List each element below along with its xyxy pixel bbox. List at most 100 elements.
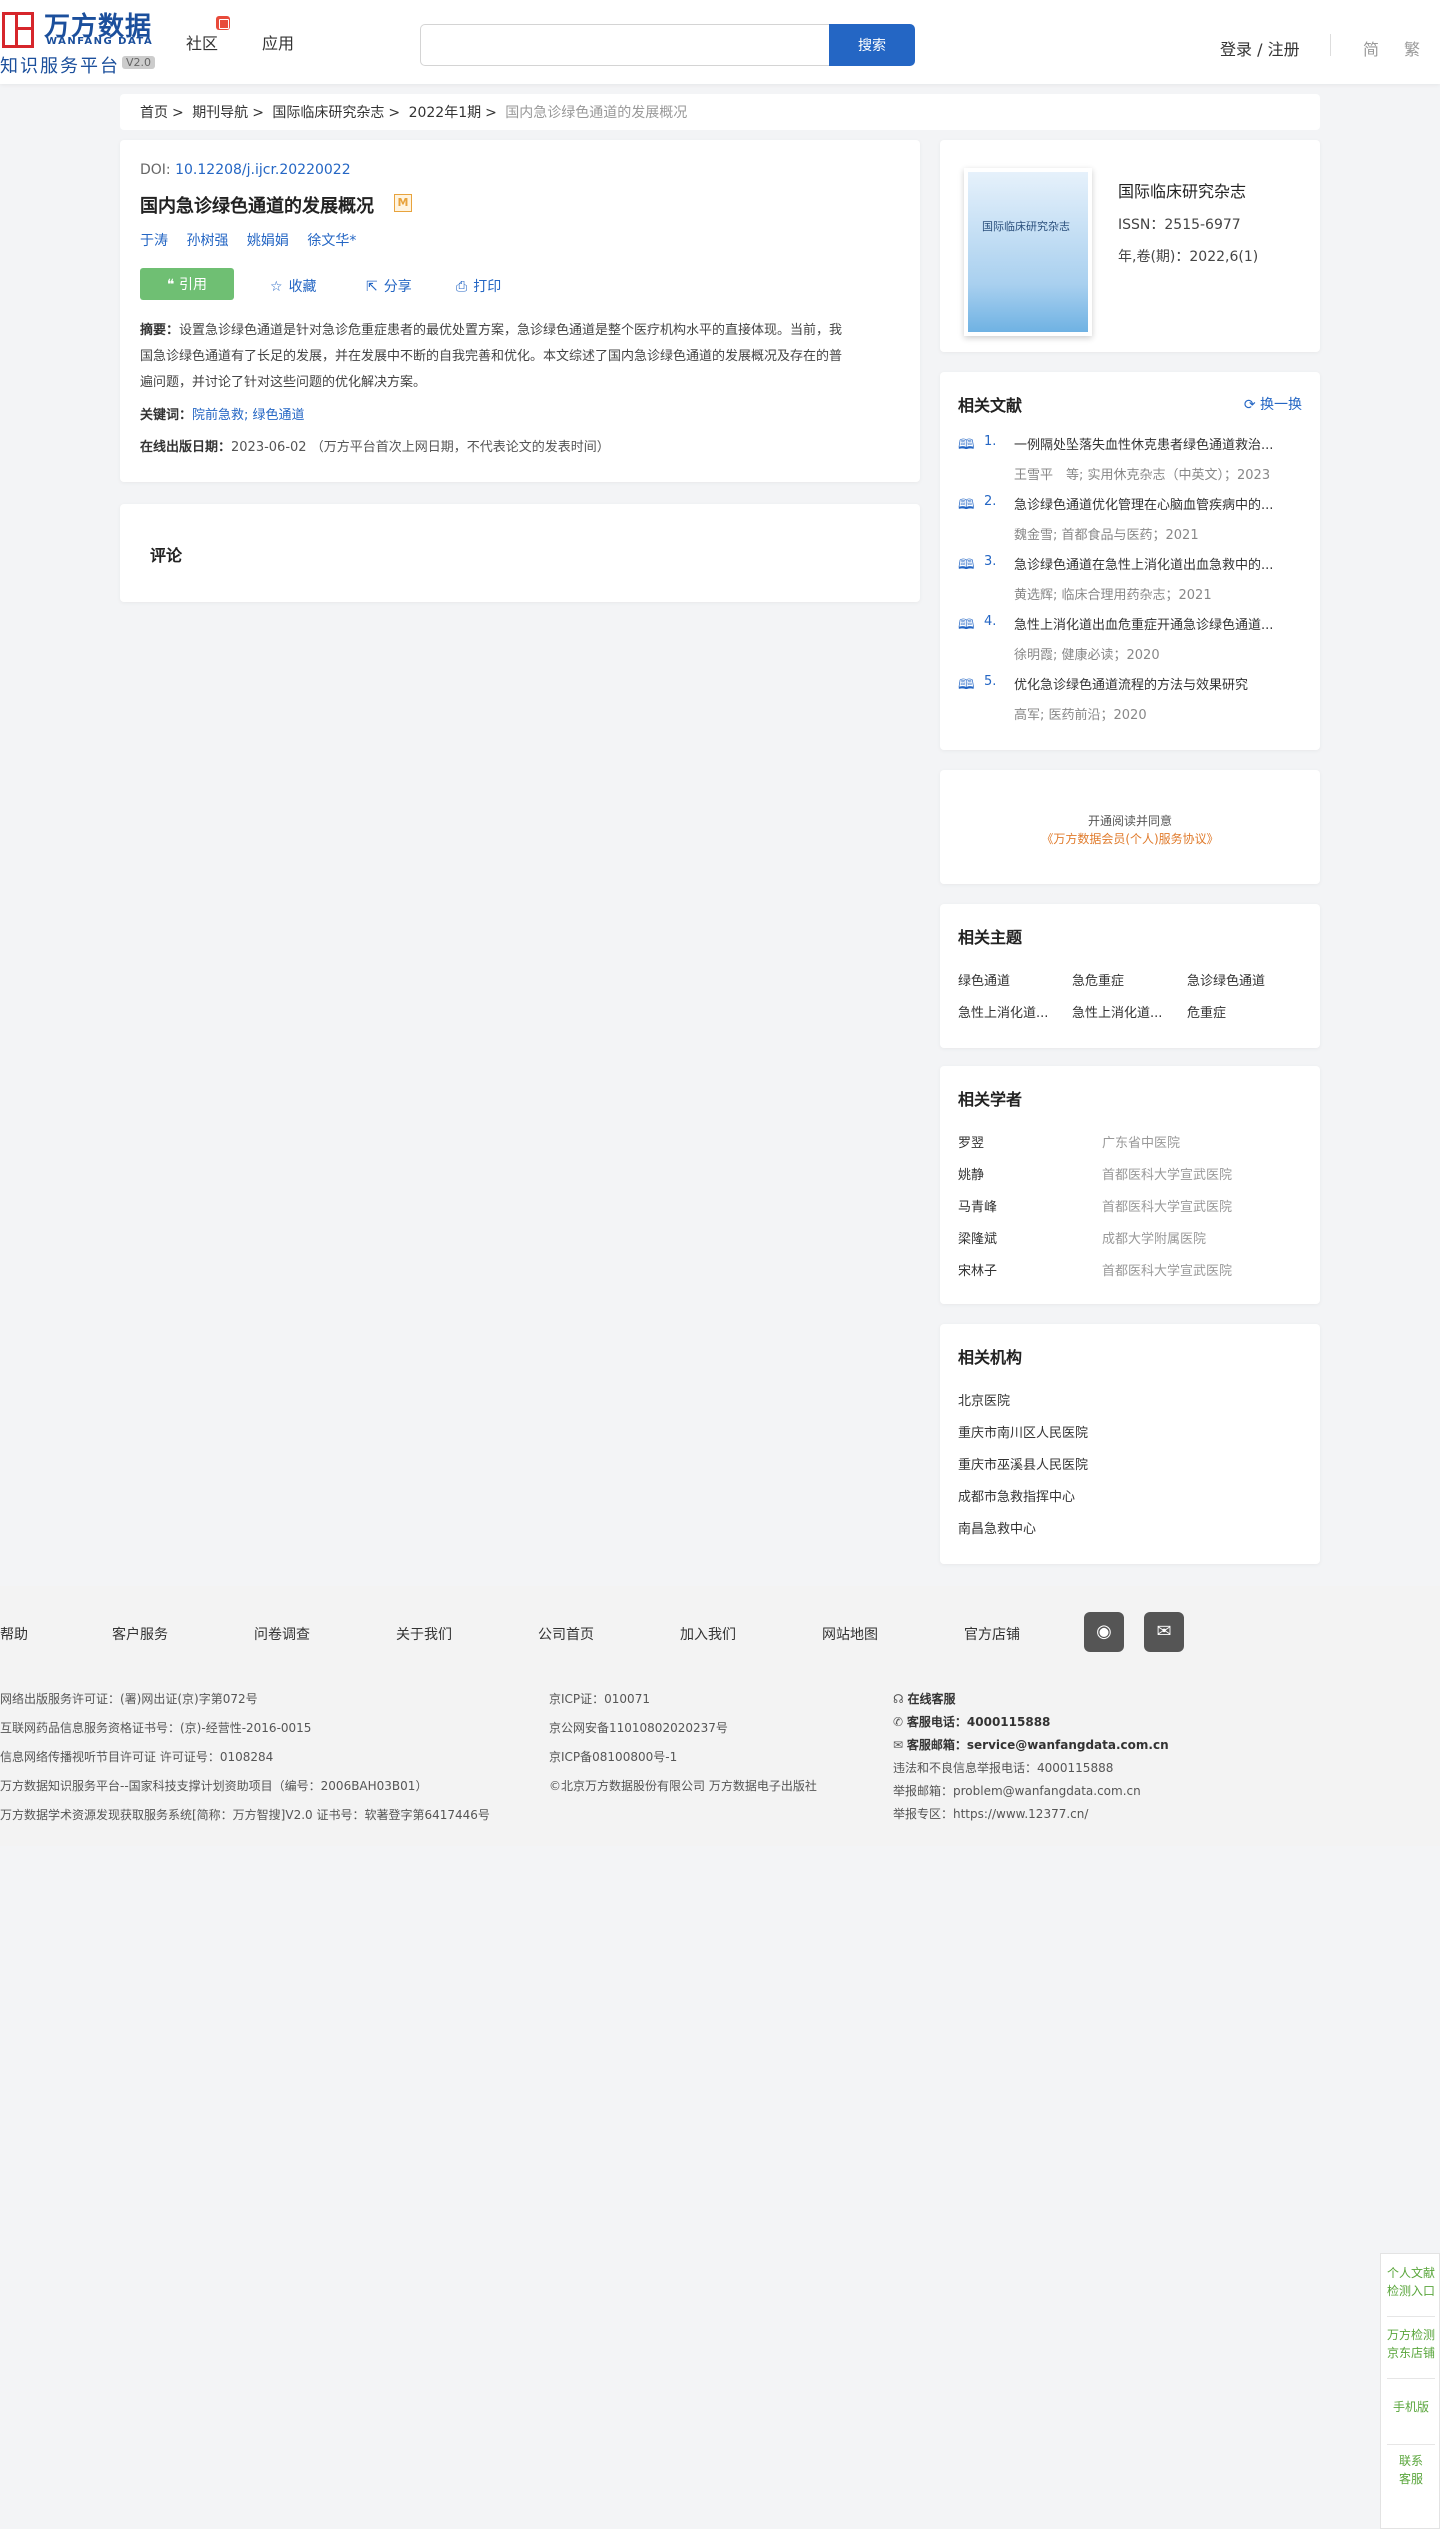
- float-contact-service[interactable]: 联系 客服: [1381, 2452, 1440, 2488]
- journal-name[interactable]: 国际临床研究杂志: [1118, 178, 1246, 202]
- related-doc-item[interactable]: 🕮 2. 急诊绿色通道优化管理在心脑血管疾病中的... 魏金雪; 首都食品与医药…: [958, 494, 1308, 544]
- book-icon: 🕮: [958, 497, 975, 513]
- scholar-org[interactable]: 首都医科大学宣武医院: [1102, 1196, 1232, 1215]
- footer-icp[interactable]: 京ICP备08100800号-1: [549, 1748, 677, 1765]
- breadcrumb-current: 国内急诊绿色通道的发展概况: [505, 105, 688, 121]
- scholar-org[interactable]: 广东省中医院: [1102, 1132, 1180, 1151]
- author-link[interactable]: 姚娟娟: [247, 233, 289, 249]
- footer-link-service[interactable]: 客户服务: [112, 1624, 168, 1644]
- institution-link[interactable]: 成都市急救指挥中心: [958, 1486, 1075, 1505]
- related-doc-num: 5.: [984, 674, 997, 689]
- pubdate-note: （万方平台首次上网日期，不代表论文的发表时间）: [310, 440, 610, 455]
- breadcrumb-issue[interactable]: 2022年1期: [409, 105, 482, 121]
- footer-link-survey[interactable]: 问卷调查: [254, 1624, 310, 1644]
- scholar-name[interactable]: 罗翌: [958, 1132, 984, 1151]
- float-mobile[interactable]: 手机版: [1381, 2398, 1440, 2416]
- scholar-name[interactable]: 梁隆斌: [958, 1228, 997, 1247]
- related-doc-title[interactable]: 一例隔处坠落失血性休克患者绿色通道救治...: [1014, 434, 1304, 453]
- footer-link-join[interactable]: 加入我们: [680, 1624, 736, 1644]
- login-register-link[interactable]: 登录 / 注册: [1220, 36, 1300, 60]
- related-doc-num: 1.: [984, 434, 997, 449]
- topic-tag[interactable]: 危重症: [1187, 1002, 1297, 1021]
- headset-icon: ☊: [893, 1692, 908, 1706]
- institution-link[interactable]: 重庆市南川区人民医院: [958, 1422, 1088, 1441]
- report-email[interactable]: 举报邮箱：problem@wanfangdata.com.cn: [893, 1782, 1141, 1799]
- search-input[interactable]: [420, 24, 830, 66]
- related-doc-num: 4.: [984, 614, 997, 629]
- breadcrumb-separator: >: [172, 105, 184, 121]
- journal-cover[interactable]: 国际临床研究杂志: [964, 168, 1092, 336]
- footer-link-about[interactable]: 关于我们: [396, 1624, 452, 1644]
- online-service[interactable]: ☊ 在线客服: [893, 1690, 956, 1707]
- refresh-button[interactable]: ⟳ 换一换: [1244, 394, 1302, 414]
- footer-link-store[interactable]: 官方店铺: [964, 1624, 1020, 1644]
- institution-link[interactable]: 南昌急救中心: [958, 1518, 1036, 1537]
- abstract: 摘要：设置急诊绿色通道是针对急诊危重症患者的最优处置方案，急诊绿色通道是整个医疗…: [140, 318, 900, 396]
- wechat-icon[interactable]: ✉: [1144, 1612, 1184, 1652]
- scholar-org[interactable]: 首都医科大学宣武医院: [1102, 1260, 1232, 1279]
- cite-button[interactable]: ❝ 引用: [140, 268, 234, 300]
- wanfang-logo[interactable]: 万方数据 WANFANG DATA 知识服务平台 V2.0: [0, 6, 160, 77]
- author-link[interactable]: 于涛: [140, 233, 168, 249]
- footer-icp: 京ICP证：010071: [549, 1692, 650, 1706]
- journal-card: 国际临床研究杂志 国际临床研究杂志 ISSN：2515-6977 年,卷(期)：…: [940, 140, 1320, 352]
- float-jd-store[interactable]: 万方检测 京东店铺: [1381, 2326, 1440, 2362]
- printer-icon: ⎙: [456, 279, 468, 295]
- report-site[interactable]: 举报专区：https://www.12377.cn/: [893, 1805, 1088, 1822]
- lang-simplified[interactable]: 简: [1363, 36, 1379, 60]
- favorite-button[interactable]: ☆ 收藏: [270, 276, 317, 296]
- topic-tag[interactable]: 急性上消化道...: [1072, 1002, 1182, 1021]
- nav-community[interactable]: 社区: [186, 30, 218, 54]
- nav-apps[interactable]: 应用: [262, 30, 294, 54]
- footer-link-sitemap[interactable]: 网站地图: [822, 1624, 878, 1644]
- topic-tag[interactable]: 急危重症: [1072, 970, 1182, 989]
- doi-link[interactable]: 10.12208/j.ijcr.20220022: [175, 162, 351, 178]
- search-button[interactable]: 搜索: [829, 24, 915, 66]
- related-doc-item[interactable]: 🕮 3. 急诊绿色通道在急性上消化道出血急救中的... 黄选辉; 临床合理用药杂…: [958, 554, 1308, 604]
- agreement-link[interactable]: 《万方数据会员(个人)服务协议》: [940, 830, 1320, 847]
- lang-traditional[interactable]: 繁: [1404, 36, 1420, 60]
- logo-text-en: WANFANG DATA: [46, 36, 154, 47]
- comment-card: 评论: [120, 504, 920, 602]
- email-value[interactable]: service@wanfangdata.com.cn: [967, 1738, 1169, 1752]
- footer-icp[interactable]: 京公网安备11010802020237号: [549, 1719, 728, 1736]
- scholar-org[interactable]: 成都大学附属医院: [1102, 1228, 1206, 1247]
- footer-link-home[interactable]: 公司首页: [538, 1624, 594, 1644]
- institution-link[interactable]: 北京医院: [958, 1390, 1010, 1409]
- related-doc-meta: 黄选辉; 临床合理用药杂志；2021: [1014, 588, 1212, 603]
- breadcrumb-home[interactable]: 首页: [140, 105, 168, 121]
- float-plagiarism-check[interactable]: 个人文献 检测入口: [1381, 2264, 1440, 2300]
- topic-tag[interactable]: 急性上消化道...: [958, 1002, 1068, 1021]
- journal-issn: ISSN：2515-6977: [1118, 217, 1241, 233]
- share-button[interactable]: ⇱ 分享: [366, 276, 412, 296]
- phone-label: 客服电话：: [906, 1715, 967, 1729]
- footer-link-help[interactable]: 帮助: [0, 1624, 28, 1644]
- breadcrumb-journals[interactable]: 期刊导航: [192, 105, 248, 121]
- related-doc-title[interactable]: 急诊绿色通道在急性上消化道出血急救中的...: [1014, 554, 1304, 573]
- topic-tag[interactable]: 急诊绿色通道: [1187, 970, 1297, 989]
- publish-date: 在线出版日期：2023-06-02 （万方平台首次上网日期，不代表论文的发表时间…: [140, 436, 610, 455]
- logo-mark-icon: [2, 12, 34, 48]
- scholar-name[interactable]: 宋林子: [958, 1260, 997, 1279]
- topic-tag[interactable]: 绿色通道: [958, 970, 1068, 989]
- institutions-card: 相关机构 北京医院 重庆市南川区人民医院 重庆市巫溪县人民医院 成都市急救指挥中…: [940, 1324, 1320, 1564]
- related-doc-item[interactable]: 🕮 5. 优化急诊绿色通道流程的方法与效果研究 高军; 医药前沿；2020: [958, 674, 1308, 724]
- related-doc-title[interactable]: 急性上消化道出血危重症开通急诊绿色通道...: [1014, 614, 1304, 633]
- keyword-links[interactable]: 院前急救; 绿色通道: [192, 408, 305, 423]
- book-icon: 🕮: [958, 437, 975, 453]
- related-doc-item[interactable]: 🕮 4. 急性上消化道出血危重症开通急诊绿色通道... 徐明霞; 健康必读；20…: [958, 614, 1308, 664]
- author-link[interactable]: 孙树强: [186, 233, 228, 249]
- related-doc-item[interactable]: 🕮 1. 一例隔处坠落失血性休克患者绿色通道救治... 王雪平 等; 实用休克杂…: [958, 434, 1308, 484]
- institution-link[interactable]: 重庆市巫溪县人民医院: [958, 1454, 1088, 1473]
- related-doc-meta: 徐明霞; 健康必读；2020: [1014, 648, 1160, 663]
- author-link[interactable]: 徐文华*: [307, 233, 356, 249]
- scholar-name[interactable]: 马青峰: [958, 1196, 997, 1215]
- scholar-org[interactable]: 首都医科大学宣武医院: [1102, 1164, 1232, 1183]
- print-button[interactable]: ⎙ 打印: [456, 276, 501, 296]
- journal-issue: 年,卷(期)：2022,6(1): [1118, 249, 1259, 265]
- breadcrumb-journal[interactable]: 国际临床研究杂志: [272, 105, 384, 121]
- related-doc-title[interactable]: 优化急诊绿色通道流程的方法与效果研究: [1014, 674, 1304, 693]
- weibo-icon[interactable]: ◉: [1084, 1612, 1124, 1652]
- scholar-name[interactable]: 姚静: [958, 1164, 984, 1183]
- related-doc-title[interactable]: 急诊绿色通道优化管理在心脑血管疾病中的...: [1014, 494, 1304, 513]
